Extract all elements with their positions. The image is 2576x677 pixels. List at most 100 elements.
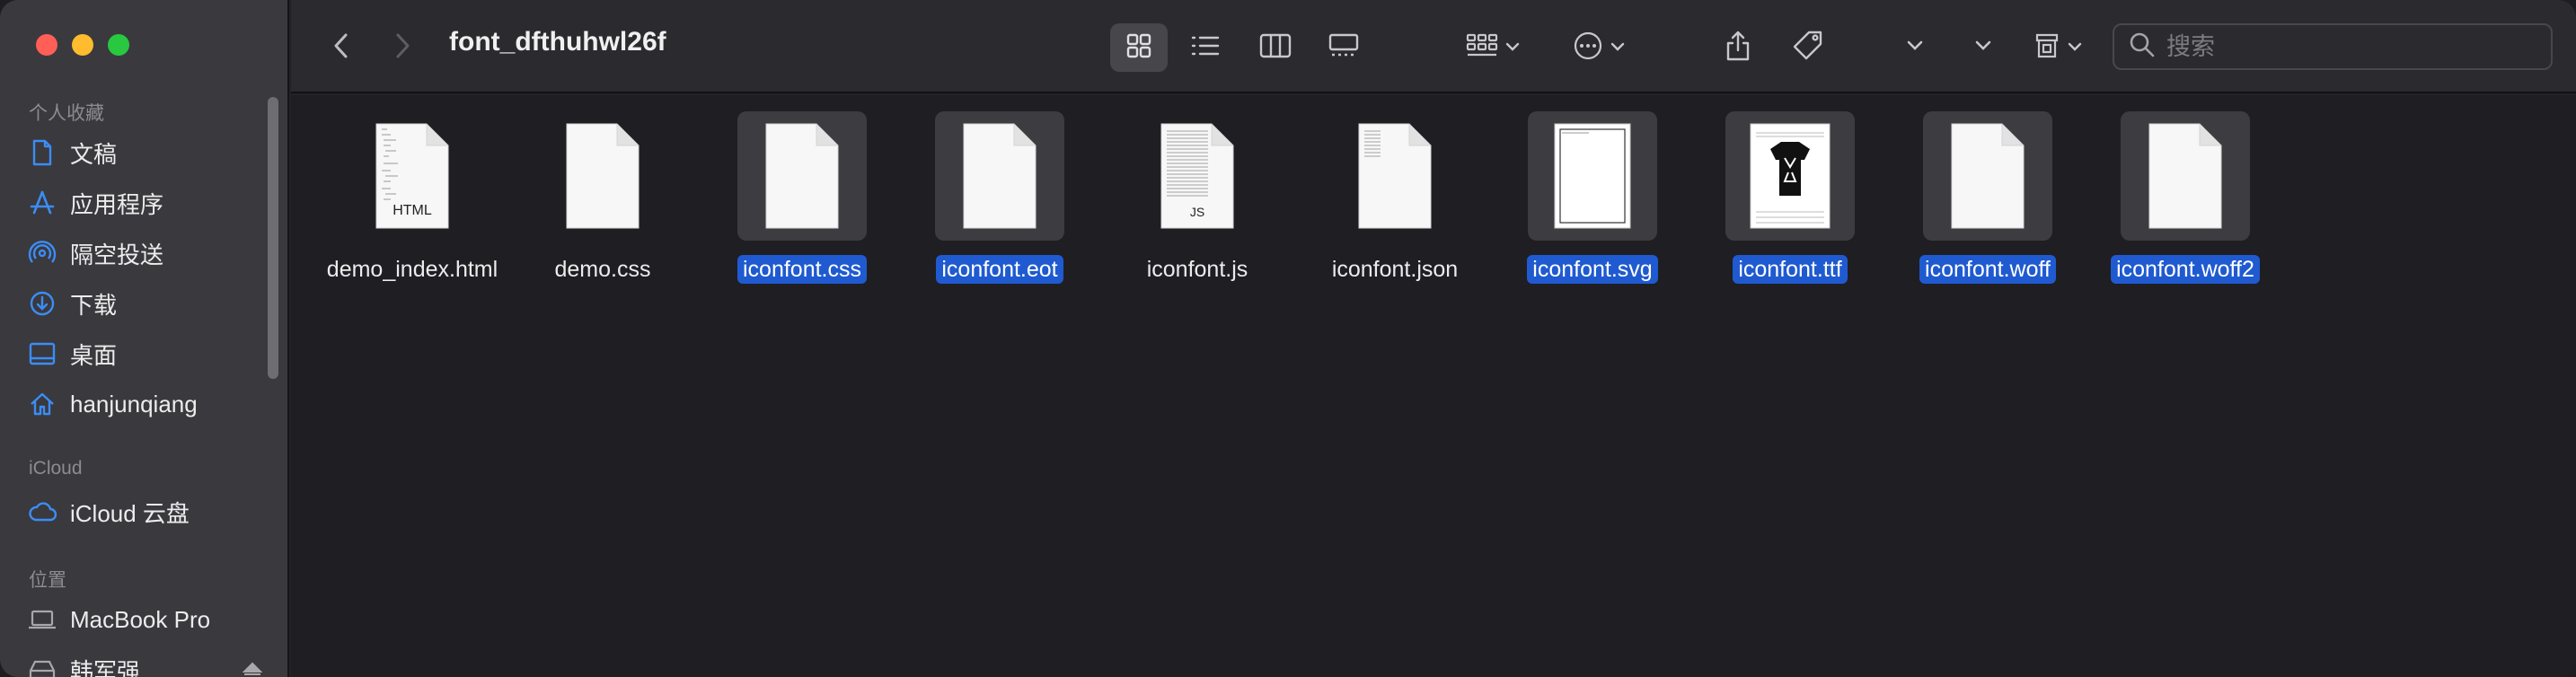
sidebar-item-label: hanjunqiang bbox=[70, 390, 198, 418]
sidebar-item-disk[interactable]: 韩军强 bbox=[27, 650, 269, 677]
grid-icon bbox=[1125, 32, 1152, 64]
forward-button[interactable] bbox=[381, 23, 424, 72]
sidebar-item-applications[interactable]: 应用程序 bbox=[27, 183, 269, 223]
file-item[interactable]: HTML demo_index.html bbox=[313, 111, 511, 291]
file-thumbnail bbox=[1725, 111, 1855, 241]
sidebar-item-label: 桌面 bbox=[70, 341, 118, 369]
chevron-left-icon bbox=[333, 32, 349, 64]
file-name-row: iconfont.ttf bbox=[1691, 255, 1889, 284]
sidebar-item-documents[interactable]: 文稿 bbox=[27, 133, 269, 172]
gallery-view-button[interactable] bbox=[1315, 23, 1372, 72]
eject-icon[interactable] bbox=[242, 656, 263, 677]
file-grid: HTML demo_index.html demo.css iconfont.css i… bbox=[291, 95, 2576, 677]
sidebar-item-macbook[interactable]: MacBook Pro bbox=[27, 600, 269, 639]
disk-icon bbox=[27, 655, 57, 677]
back-button[interactable] bbox=[320, 23, 363, 72]
document-icon bbox=[1358, 123, 1432, 229]
file-name-row: iconfont.eot bbox=[901, 255, 1098, 284]
sidebar-item-downloads[interactable]: 下载 bbox=[27, 284, 269, 323]
file-item[interactable]: iconfont.woff bbox=[1889, 111, 2086, 291]
file-type-badge: HTML bbox=[393, 203, 432, 218]
sidebar-item-label: 隔空投送 bbox=[70, 241, 164, 268]
sidebar: 个人收藏 文稿 应用程序 隔空投送 下载 桌面 hanjunqiang iClo… bbox=[0, 0, 289, 677]
extension-button[interactable] bbox=[2025, 23, 2091, 72]
file-thumbnail: JS bbox=[1133, 111, 1262, 241]
minimize-window-button[interactable] bbox=[72, 34, 93, 56]
file-name: iconfont.woff bbox=[1919, 255, 2056, 284]
finder-window: 个人收藏 文稿 应用程序 隔空投送 下载 桌面 hanjunqiang iClo… bbox=[0, 0, 2576, 677]
sidebar-item-desktop[interactable]: 桌面 bbox=[27, 334, 269, 374]
file-item[interactable]: iconfont.eot bbox=[901, 111, 1098, 291]
file-name-row: iconfont.woff2 bbox=[2086, 255, 2284, 284]
file-name: iconfont.eot bbox=[936, 255, 1063, 284]
icon-view-button[interactable] bbox=[1110, 23, 1168, 72]
sidebar-item-home[interactable]: hanjunqiang bbox=[27, 384, 269, 424]
file-thumbnail bbox=[1923, 111, 2052, 241]
more-icon bbox=[1573, 31, 1603, 66]
share-button[interactable] bbox=[1716, 23, 1760, 72]
file-name: iconfont.json bbox=[1331, 257, 1459, 282]
group-icon bbox=[1466, 32, 1498, 64]
search-input[interactable] bbox=[2166, 32, 2544, 61]
file-thumbnail bbox=[935, 111, 1064, 241]
file-name-row: iconfont.woff bbox=[1889, 255, 2086, 284]
laptop-icon bbox=[27, 604, 57, 635]
file-name: demo.css bbox=[554, 257, 651, 282]
sidebar-item-airdrop[interactable]: 隔空投送 bbox=[27, 233, 269, 273]
toolbar-dropdown-1[interactable] bbox=[1897, 23, 1933, 72]
chevron-down-icon bbox=[1975, 40, 1991, 56]
toolbar-dropdown-2[interactable] bbox=[1965, 23, 2001, 72]
file-thumbnail bbox=[538, 111, 667, 241]
airdrop-icon bbox=[27, 238, 57, 268]
file-name-row: iconfont.json bbox=[1296, 257, 1494, 283]
file-name: iconfont.ttf bbox=[1733, 255, 1848, 284]
file-name-row: iconfont.js bbox=[1098, 257, 1296, 283]
sidebar-item-label: MacBook Pro bbox=[70, 605, 211, 633]
applications-icon bbox=[27, 188, 57, 218]
chevron-down-icon bbox=[2068, 40, 2082, 56]
file-type-badge: JS bbox=[1189, 205, 1205, 219]
file-item[interactable]: iconfont.json bbox=[1296, 111, 1494, 291]
file-item[interactable]: iconfont.css bbox=[703, 111, 901, 291]
sidebar-section-icloud: iCloud bbox=[29, 458, 83, 479]
document-icon bbox=[566, 123, 640, 229]
file-item[interactable]: iconfont.svg bbox=[1494, 111, 1691, 291]
tag-icon bbox=[1791, 30, 1825, 66]
desktop-icon bbox=[27, 338, 57, 369]
sidebar-item-label: 韩军强 bbox=[70, 657, 141, 677]
font-file-icon bbox=[1750, 123, 1831, 229]
sidebar-scrollbar[interactable] bbox=[268, 97, 278, 379]
file-item[interactable]: iconfont.woff2 bbox=[2086, 111, 2284, 291]
chevron-down-icon bbox=[1505, 40, 1520, 56]
sidebar-item-icloud-drive[interactable]: iCloud 云盘 bbox=[27, 492, 269, 532]
file-item[interactable]: demo.css bbox=[504, 111, 701, 291]
file-item[interactable]: iconfont.ttf bbox=[1691, 111, 1889, 291]
search-field[interactable] bbox=[2113, 23, 2553, 70]
file-name: iconfont.svg bbox=[1527, 255, 1658, 284]
file-item[interactable]: JS iconfont.js bbox=[1098, 111, 1296, 291]
file-thumbnail bbox=[1528, 111, 1657, 241]
list-view-button[interactable] bbox=[1177, 23, 1234, 72]
group-button[interactable] bbox=[1457, 23, 1529, 72]
file-thumbnail: HTML bbox=[348, 111, 477, 241]
tags-button[interactable] bbox=[1784, 23, 1832, 72]
file-name: iconfont.css bbox=[737, 255, 867, 284]
file-name-row: iconfont.svg bbox=[1494, 255, 1691, 284]
sidebar-item-label: 下载 bbox=[70, 291, 118, 319]
file-name-row: demo_index.html bbox=[313, 257, 511, 283]
home-icon bbox=[27, 389, 57, 419]
column-view-button[interactable] bbox=[1247, 23, 1304, 72]
file-name: demo_index.html bbox=[326, 257, 498, 282]
document-icon bbox=[27, 137, 57, 168]
document-icon bbox=[765, 123, 839, 229]
chevron-down-icon bbox=[1907, 40, 1923, 56]
sidebar-section-favorites: 个人收藏 bbox=[29, 103, 104, 124]
window-title: font_dfthuhwl26f bbox=[449, 27, 666, 57]
file-thumbnail bbox=[737, 111, 867, 241]
close-window-button[interactable] bbox=[36, 34, 57, 56]
sidebar-section-locations: 位置 bbox=[29, 570, 66, 591]
action-button[interactable] bbox=[1563, 23, 1635, 72]
chevron-down-icon bbox=[1610, 40, 1625, 56]
maximize-window-button[interactable] bbox=[108, 34, 129, 56]
document-icon bbox=[1554, 123, 1631, 229]
